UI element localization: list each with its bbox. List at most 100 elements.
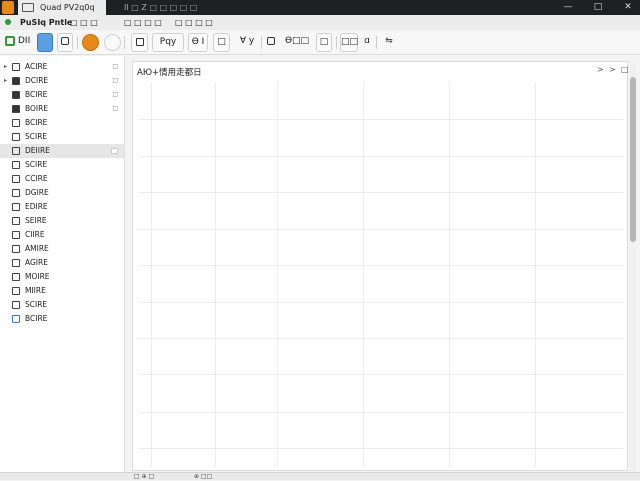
document-icon (12, 259, 20, 267)
forward-arrow-icon[interactable]: > (609, 65, 616, 74)
folder-icon (12, 91, 20, 99)
sidebar-item-label: SEIRE (25, 216, 47, 225)
sidebar-item[interactable]: ▸ ACIRE □ (0, 60, 124, 74)
grid-column-line (277, 82, 278, 467)
chat-button[interactable] (57, 33, 73, 52)
sidebar-item[interactable]: SEIRE (0, 214, 124, 228)
app-home-button[interactable]: DII (3, 33, 31, 52)
grid-row-line (139, 374, 623, 375)
close-button[interactable]: ✕ (618, 0, 638, 15)
sidebar-item-label: MIIRE (25, 286, 46, 295)
lock-button[interactable] (131, 33, 148, 52)
document-icon (12, 217, 20, 225)
menu-item-3[interactable]: □ □ □ □ (175, 15, 213, 30)
sidebar-item-selected[interactable]: DEIIRE (0, 144, 124, 158)
sidebar-item[interactable]: BCIRE (0, 312, 124, 326)
sidebar-item[interactable]: BCIRE (0, 116, 124, 130)
document-icon (12, 189, 20, 197)
tab-doc-icon (22, 3, 34, 12)
toolbar-button-6[interactable]: Ɵ□□ (283, 33, 311, 52)
toolbar-button-3[interactable]: □ (213, 33, 230, 52)
emoji-button[interactable] (82, 34, 99, 51)
sidebar-item-label: EDIRE (25, 202, 48, 211)
toolbar-button-5[interactable] (265, 33, 279, 52)
title-bar: Quad PV2q0q SPT II □ Z □ □ □ □ □ — □ ✕ (0, 0, 640, 27)
grid-column-line (535, 82, 536, 467)
document-icon (12, 119, 20, 127)
sidebar-item-label: CCIRE (25, 174, 48, 183)
sidebar: ▸ ACIRE □ ▸ DCIRE □ BCIRE □ BOIRE □ BCIR… (0, 56, 125, 480)
sidebar-item-label: SCIRE (25, 132, 48, 141)
sidebar-item[interactable]: SCIRE (0, 130, 124, 144)
sync-button[interactable]: ⇋ (381, 33, 397, 52)
app-menu-label[interactable]: PuSIq Pntle (20, 15, 72, 30)
toolbar-button-9[interactable]: ɑ (361, 33, 373, 52)
toolbar-button-2[interactable]: Ɵ I (188, 33, 208, 52)
toolbar-button-7[interactable]: □ (316, 33, 332, 52)
document-icon (12, 245, 20, 253)
sidebar-item-label: CIIRE (25, 230, 45, 239)
toolbar-button-8[interactable]: □□ (340, 33, 358, 52)
grid-row-line (139, 412, 623, 413)
panel-toggle-button[interactable] (37, 33, 53, 52)
toolbar-divider-4 (336, 36, 337, 49)
grid-row-line (139, 156, 623, 157)
expand-arrow-icon[interactable]: > (597, 65, 604, 74)
sidebar-item[interactable]: CIIRE (0, 228, 124, 242)
sidebar-item-label: BCIRE (25, 90, 48, 99)
sidebar-item[interactable]: ▸ DCIRE □ (0, 74, 124, 88)
document-icon (12, 175, 20, 183)
pay-button[interactable]: Pqy (152, 33, 184, 52)
grid-row-line (139, 265, 623, 266)
toolbar-divider-3 (261, 36, 262, 49)
expand-arrow-icon[interactable]: ▸ (4, 74, 7, 88)
sidebar-item-badge: □ (112, 77, 118, 84)
monitor-icon (5, 36, 15, 46)
document-icon (12, 231, 20, 239)
sidebar-item[interactable]: MOIRE (0, 270, 124, 284)
expand-arrow-icon[interactable]: ▸ (4, 60, 7, 74)
sidebar-item-label: DEIIRE (25, 146, 50, 155)
sidebar-item[interactable]: SCIRE (0, 298, 124, 312)
sidebar-item[interactable]: DGIRE (0, 186, 124, 200)
scrollbar-thumb[interactable] (630, 77, 636, 242)
lock-icon (136, 38, 144, 46)
sidebar-item[interactable]: CCIRE (0, 172, 124, 186)
vertical-scrollbar[interactable] (630, 62, 636, 472)
sidebar-item[interactable]: AGIRE (0, 256, 124, 270)
folder-icon (12, 63, 20, 71)
minimize-button[interactable]: — (558, 0, 578, 15)
toolbar-button-4[interactable]: Ɐ y (236, 33, 258, 52)
app-logo-icon (2, 1, 14, 14)
sidebar-item[interactable]: BCIRE □ (0, 88, 124, 102)
folder-icon (12, 105, 20, 113)
maximize-button[interactable]: □ (588, 0, 608, 15)
grid-row-line (139, 229, 623, 230)
toolbar-divider-5 (376, 36, 377, 49)
panel-close-icon[interactable]: □ (621, 65, 629, 74)
sidebar-item[interactable]: AMIRE (0, 242, 124, 256)
menu-item-2[interactable]: □ □ □ □ (124, 15, 162, 30)
grid-row-line (139, 448, 623, 449)
square-icon (267, 37, 275, 45)
tab-active[interactable]: Quad PV2q0q SPT (18, 0, 106, 27)
data-grid[interactable] (139, 82, 623, 467)
sidebar-item[interactable]: MIIRE (0, 284, 124, 298)
sidebar-item-label: ACIRE (25, 62, 48, 71)
sidebar-item[interactable]: SCIRE (0, 158, 124, 172)
grid-column-line (215, 82, 216, 467)
sidebar-item[interactable]: BOIRE □ (0, 102, 124, 116)
grid-row-line (139, 302, 623, 303)
document-icon (12, 133, 20, 141)
folder-icon (12, 77, 20, 85)
sidebar-item-label: SCIRE (25, 300, 48, 309)
sidebar-item-label: SCIRE (25, 160, 48, 169)
toolbar-divider (77, 36, 78, 49)
sidebar-item[interactable]: EDIRE (0, 200, 124, 214)
app-home-label: DII (18, 36, 31, 46)
help-button[interactable] (104, 34, 121, 51)
grid-column-line (449, 82, 450, 467)
title-extra: II □ Z □ □ □ □ □ (124, 3, 198, 12)
menu-item-1[interactable]: □ □ □ (70, 15, 98, 30)
document-icon (12, 287, 20, 295)
